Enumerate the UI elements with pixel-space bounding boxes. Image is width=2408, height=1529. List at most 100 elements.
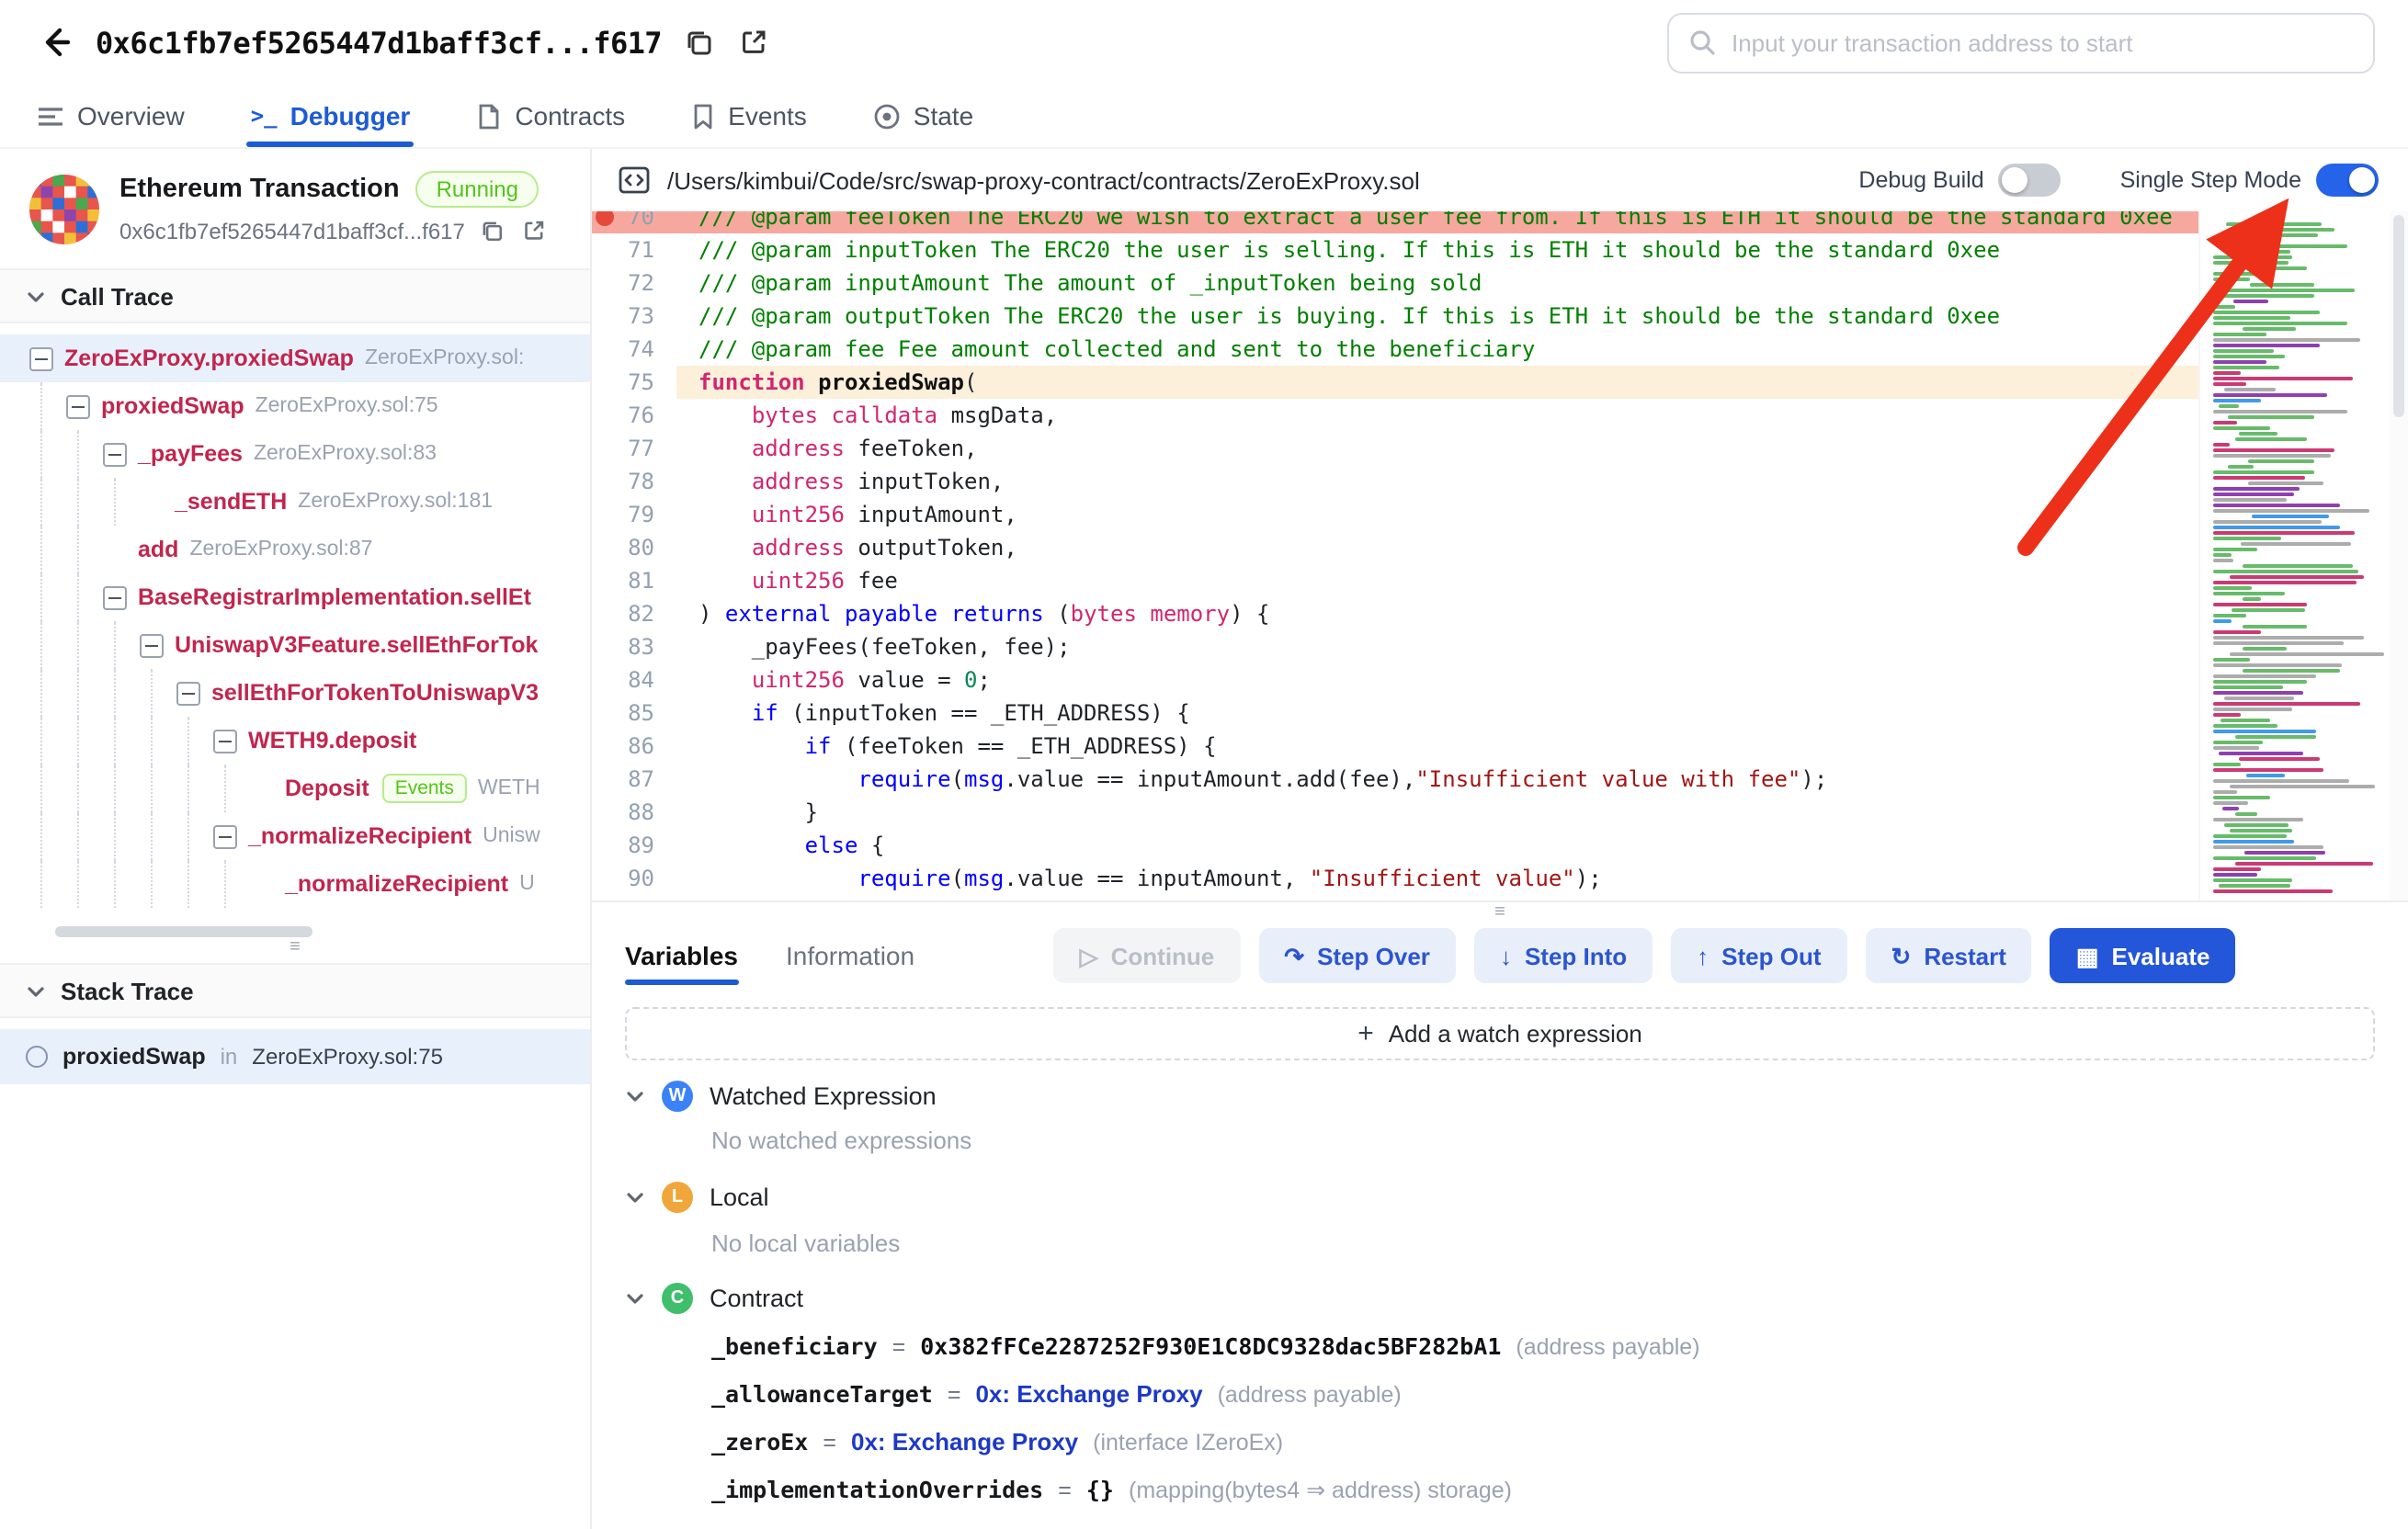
horizontal-scrollbar[interactable] xyxy=(55,926,312,937)
local-section-icon: L xyxy=(662,1182,693,1213)
line-number[interactable]: 78 xyxy=(592,465,676,498)
line-number[interactable]: 79 xyxy=(592,498,676,531)
tab-variables[interactable]: Variables xyxy=(625,921,738,992)
call-trace-header[interactable]: Call Trace xyxy=(0,268,590,323)
step-over-button[interactable]: ↷Step Over xyxy=(1258,929,1456,984)
tab-information[interactable]: Information xyxy=(786,921,914,992)
call-trace-row[interactable]: BaseRegistrarImplementation.sellEt xyxy=(0,573,590,621)
call-trace-row[interactable]: addZeroExProxy.sol:87 xyxy=(0,526,590,573)
collapse-box-icon[interactable] xyxy=(140,633,164,657)
variable-value[interactable]: 0x: Exchange Proxy xyxy=(851,1429,1078,1456)
collapse-box-icon[interactable] xyxy=(213,729,237,753)
tab-contracts[interactable]: Contracts xyxy=(472,85,629,147)
line-number[interactable]: 71 xyxy=(592,233,676,266)
section-label: Contract xyxy=(710,1285,803,1313)
tree-guide xyxy=(66,812,103,860)
stack-trace-row[interactable]: proxiedSwap in ZeroExProxy.sol:75 xyxy=(0,1029,590,1084)
code-line-text: address feeToken, xyxy=(676,432,2198,465)
code-scroll-area[interactable]: 70/// @param feeToken The ERC20 we wish … xyxy=(592,211,2198,900)
line-number[interactable]: 86 xyxy=(592,730,676,763)
panel-resize-handle[interactable]: ≡ xyxy=(0,937,590,963)
overview-icon xyxy=(37,102,64,130)
stack-trace-header[interactable]: Stack Trace xyxy=(0,963,590,1018)
call-trace-function: WETH9.deposit xyxy=(248,728,416,753)
restart-button[interactable]: ↻Restart xyxy=(1866,929,2032,984)
call-trace-row[interactable]: DepositEventsWETH xyxy=(0,764,590,812)
collapse-box-icon[interactable] xyxy=(103,585,127,609)
debug-build-label: Debug Build xyxy=(1858,167,1983,193)
collapse-box-icon[interactable] xyxy=(66,394,90,418)
line-number[interactable]: 76 xyxy=(592,399,676,432)
code-token: .value == inputAmount, xyxy=(1004,866,1309,891)
contract-section[interactable]: C Contract xyxy=(625,1275,2375,1323)
continue-button[interactable]: ▷Continue xyxy=(1054,929,1241,984)
code-token xyxy=(699,667,752,693)
line-number[interactable]: 84 xyxy=(592,663,676,697)
scrollbar-thumb[interactable] xyxy=(2393,215,2404,417)
code-line: 71/// @param inputToken The ERC20 the us… xyxy=(592,233,2198,266)
breakpoint-icon[interactable] xyxy=(596,211,614,226)
line-number[interactable]: 88 xyxy=(592,796,676,829)
line-number[interactable]: 85 xyxy=(592,697,676,730)
search-input[interactable] xyxy=(1732,28,2355,56)
variable-type: (address payable) xyxy=(1516,1334,1699,1360)
open-hash-button[interactable] xyxy=(518,215,550,246)
back-button[interactable] xyxy=(33,20,77,64)
line-number[interactable]: 75 xyxy=(592,366,676,399)
watched-expression-section[interactable]: W Watched Expression xyxy=(625,1071,2375,1119)
tab-overview[interactable]: Overview xyxy=(33,85,188,147)
call-trace-row[interactable]: _payFeesZeroExProxy.sol:83 xyxy=(0,430,590,478)
call-trace-row[interactable]: WETH9.deposit xyxy=(0,717,590,764)
line-number[interactable]: 72 xyxy=(592,266,676,300)
single-step-mode-toggle[interactable] xyxy=(2316,164,2379,197)
line-number[interactable]: 90 xyxy=(592,862,676,895)
call-trace-row[interactable]: _sendETHZeroExProxy.sol:181 xyxy=(0,478,590,526)
code-token: } xyxy=(699,799,818,825)
call-trace-row[interactable]: ZeroExProxy.proxiedSwapZeroExProxy.sol: xyxy=(0,334,590,382)
copy-tx-button[interactable] xyxy=(680,24,717,61)
line-number[interactable]: 83 xyxy=(592,630,676,663)
status-badge: Running xyxy=(416,171,539,208)
call-trace-row[interactable]: _normalizeRecipientUnisw xyxy=(0,812,590,860)
expand-slot xyxy=(103,442,138,466)
call-trace-row[interactable]: _normalizeRecipientU xyxy=(0,860,590,908)
variable-row[interactable]: _beneficiary=0x382fFCe2287252F930E1C8DC9… xyxy=(711,1323,2375,1371)
call-trace-row[interactable]: UniswapV3Feature.sellEthForTok xyxy=(0,621,590,669)
debug-build-toggle[interactable] xyxy=(1999,164,2062,197)
collapse-box-icon[interactable] xyxy=(103,442,127,466)
variable-row[interactable]: _allowanceTarget=0x: Exchange Proxy(addr… xyxy=(711,1371,2375,1419)
collapse-box-icon[interactable] xyxy=(29,346,53,370)
open-external-button[interactable] xyxy=(735,24,772,61)
tab-events[interactable]: Events xyxy=(687,85,811,147)
line-number[interactable]: 80 xyxy=(592,531,676,564)
line-number[interactable]: 81 xyxy=(592,564,676,597)
line-number[interactable]: 77 xyxy=(592,432,676,465)
collapse-box-icon[interactable] xyxy=(213,824,237,848)
code-line-text: else { xyxy=(676,829,2198,862)
line-number[interactable]: 74 xyxy=(592,333,676,366)
vertical-scrollbar[interactable] xyxy=(2390,211,2408,900)
call-trace-row[interactable]: sellEthForTokenToUniswapV3 xyxy=(0,669,590,717)
evaluate-button[interactable]: ▦Evaluate xyxy=(2050,929,2236,984)
line-number[interactable]: 87 xyxy=(592,763,676,796)
variable-row[interactable]: _zeroEx=0x: Exchange Proxy(interface IZe… xyxy=(711,1419,2375,1467)
step-into-button[interactable]: ↓Step Into xyxy=(1474,929,1653,984)
editor-resize-handle[interactable]: ≡ xyxy=(592,902,2408,921)
collapse-box-icon[interactable] xyxy=(176,681,200,705)
variable-value: 0x382fFCe2287252F930E1C8DC9328dac5BF282b… xyxy=(920,1333,1501,1361)
line-number[interactable]: 73 xyxy=(592,300,676,333)
tab-state[interactable]: State xyxy=(869,85,977,147)
line-number[interactable]: 89 xyxy=(592,829,676,862)
editor-minimap[interactable] xyxy=(2198,211,2390,900)
variable-value[interactable]: 0x: Exchange Proxy xyxy=(975,1381,1202,1409)
variable-row[interactable]: _implementationOverrides={}(mapping(byte… xyxy=(711,1467,2375,1514)
copy-hash-button[interactable] xyxy=(476,215,507,246)
step-out-button[interactable]: ↑Step Out xyxy=(1671,929,1846,984)
tab-debugger[interactable]: >_ Debugger xyxy=(247,85,415,147)
line-number[interactable]: 82 xyxy=(592,597,676,630)
line-number[interactable]: 70 xyxy=(592,211,676,233)
call-trace-row[interactable]: proxiedSwapZeroExProxy.sol:75 xyxy=(0,382,590,430)
local-section[interactable]: L Local xyxy=(625,1173,2375,1221)
code-token: ( xyxy=(964,369,977,395)
add-watch-expression-button[interactable]: + Add a watch expression xyxy=(625,1007,2375,1060)
